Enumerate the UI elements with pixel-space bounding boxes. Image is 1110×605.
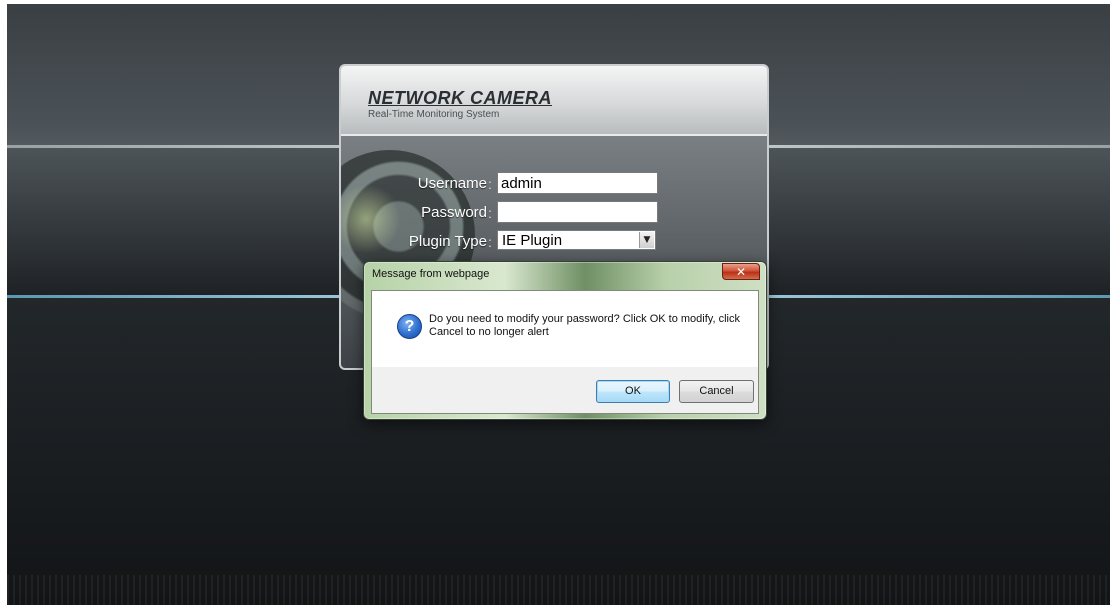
brand-subtitle: Real-Time Monitoring System bbox=[368, 109, 500, 120]
login-header: NETWORK CAMERA Real-Time Monitoring Syst… bbox=[341, 66, 767, 136]
plugin-type-select[interactable]: IE Plugin ▼ bbox=[497, 230, 656, 250]
plugin-type-label: Plugin Type bbox=[408, 233, 487, 250]
username-row: Username : bbox=[341, 172, 767, 196]
cancel-button[interactable]: Cancel bbox=[679, 380, 754, 403]
username-colon: : bbox=[488, 176, 492, 192]
dialog-title: Message from webpage bbox=[372, 268, 490, 280]
close-icon[interactable]: ✕ bbox=[722, 263, 760, 280]
username-label: Username bbox=[417, 175, 487, 192]
plugin-type-row: Plugin Type : IE Plugin ▼ bbox=[341, 230, 767, 254]
dialog-body: ? Do you need to modify your password? C… bbox=[371, 290, 759, 414]
plugin-type-value: IE Plugin bbox=[502, 232, 563, 249]
plugin-type-colon: : bbox=[488, 234, 492, 250]
password-input[interactable] bbox=[497, 201, 658, 223]
password-label: Password bbox=[421, 204, 487, 221]
dialog-message: Do you need to modify your password? Cli… bbox=[429, 313, 740, 338]
brand-title: NETWORK CAMERA bbox=[368, 88, 552, 108]
floor-texture bbox=[7, 575, 1110, 605]
question-icon: ? bbox=[397, 314, 422, 339]
dropdown-arrow-icon[interactable]: ▼ bbox=[639, 232, 654, 248]
password-colon: : bbox=[488, 205, 492, 221]
username-input[interactable] bbox=[497, 172, 658, 194]
dialog-content: ? Do you need to modify your password? C… bbox=[372, 291, 758, 367]
message-dialog: Message from webpage ✕ ? Do you need to … bbox=[363, 261, 767, 420]
password-row: Password : bbox=[341, 201, 767, 225]
ok-button[interactable]: OK bbox=[596, 380, 670, 403]
